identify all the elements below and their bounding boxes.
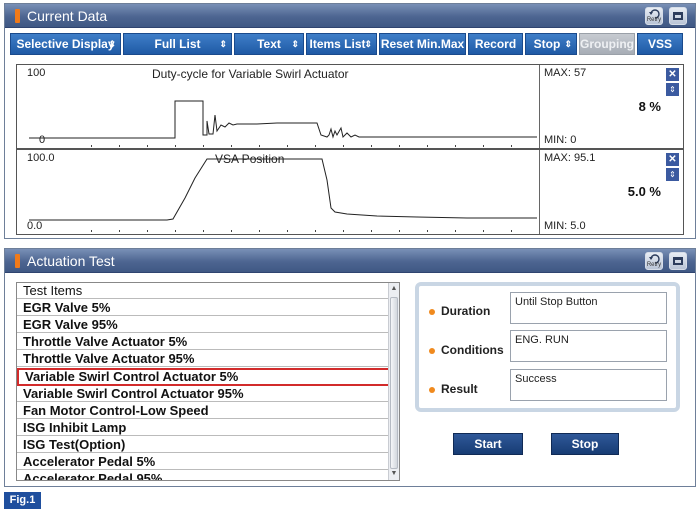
start-button[interactable]: Start — [453, 433, 523, 455]
stop-dropdown-label: Stop — [533, 37, 561, 51]
current-value: 8 % — [638, 99, 661, 114]
list-item-selected[interactable]: Variable Swirl Control Actuator 5% — [17, 368, 390, 386]
selective-display-label: Selective Display — [16, 37, 115, 51]
window-toggle-button[interactable] — [669, 7, 687, 25]
list-item[interactable]: Fan Motor Control-Low Speed — [17, 403, 390, 419]
list-item[interactable]: Throttle Valve Actuator 5% — [17, 334, 390, 350]
graph-duty-cycle: 100 0 Duty-cycle for Variable Swirl Actu… — [16, 64, 684, 149]
retry-label: Retry — [646, 17, 662, 23]
y-bottom-label: 0.0 — [27, 220, 43, 232]
list-item[interactable]: ISG Inhibit Lamp — [17, 420, 390, 436]
updown-icon: ⇕ — [108, 39, 116, 49]
figure-label: Fig.1 — [4, 492, 41, 509]
bullet-icon — [429, 347, 435, 354]
retry-button[interactable]: Retry — [645, 252, 663, 270]
result-label-text: Result — [441, 382, 478, 396]
close-icon: ✕ — [668, 69, 677, 80]
min-label: MIN: 5.0 — [544, 220, 586, 232]
updown-icon: ⇕ — [219, 39, 227, 49]
list-item[interactable]: Accelerator Pedal 95% — [17, 471, 390, 480]
updown-icon: ⇕ — [364, 39, 372, 49]
updown-icon: ⇕ — [564, 39, 572, 49]
stop-dropdown[interactable]: Stop ⇕ — [525, 33, 577, 55]
scale-graph-button[interactable]: ⇕ — [666, 168, 679, 181]
updown-arrows-icon: ⇕ — [669, 170, 676, 179]
scroll-up-icon[interactable]: ▲ — [389, 284, 399, 294]
duration-field: Until Stop Button — [510, 292, 667, 324]
list-item[interactable]: EGR Valve 95% — [17, 317, 390, 333]
title-marker-icon — [15, 9, 20, 23]
list-scrollbar[interactable]: ▲ ▼ — [388, 283, 399, 480]
vss-button[interactable]: VSS — [637, 33, 683, 55]
scroll-thumb[interactable] — [390, 297, 398, 469]
duration-label-text: Duration — [441, 304, 491, 318]
bullet-icon — [429, 308, 435, 315]
graph-plot-area: 100.0 0.0 VSA Position — [17, 150, 540, 234]
result-field: Success — [510, 369, 667, 401]
y-bottom-label: 0 — [39, 134, 46, 146]
list-item[interactable]: Accelerator Pedal 5% — [17, 454, 390, 470]
current-data-titlebar: Current Data Retry — [5, 4, 695, 28]
graph-vsa-position: 100.0 0.0 VSA Position MAX: 95.1 MIN: 5.… — [16, 149, 684, 235]
actuation-test-title: Actuation Test — [27, 253, 115, 269]
conditions-label-text: Conditions — [441, 343, 504, 357]
close-graph-button[interactable]: ✕ — [666, 153, 679, 166]
max-label: MAX: 95.1 — [544, 152, 596, 164]
window-icon — [673, 257, 683, 265]
bullet-icon — [429, 386, 435, 393]
current-data-title: Current Data — [27, 8, 108, 24]
window-toggle-button[interactable] — [669, 252, 687, 270]
items-list-label: Items List — [309, 37, 366, 51]
selective-display-dropdown[interactable]: Selective Display ⇕ — [10, 33, 121, 55]
full-list-dropdown[interactable]: Full List ⇕ — [123, 33, 232, 55]
y-top-label: 100.0 — [27, 152, 55, 164]
scale-graph-button[interactable]: ⇕ — [666, 83, 679, 96]
list-item[interactable]: EGR Valve 5% — [17, 300, 390, 316]
text-dropdown[interactable]: Text ⇕ — [234, 33, 304, 55]
full-list-label: Full List — [154, 37, 201, 51]
items-list-dropdown[interactable]: Items List ⇕ — [306, 33, 377, 55]
scroll-down-icon[interactable]: ▼ — [389, 469, 399, 479]
current-value: 5.0 % — [627, 184, 661, 199]
updown-icon: ⇕ — [291, 39, 299, 49]
updown-arrows-icon: ⇕ — [669, 85, 676, 94]
text-label: Text — [257, 37, 281, 51]
conditions-field: ENG. RUN — [510, 330, 667, 362]
duration-label: Duration — [429, 304, 490, 318]
y-top-label: 100 — [27, 67, 46, 79]
graph-title: Duty-cycle for Variable Swirl Actuator — [152, 67, 349, 81]
list-item[interactable]: Variable Swirl Control Actuator 95% — [17, 386, 390, 402]
list-item[interactable]: ISG Test(Option) — [17, 437, 390, 453]
list-item[interactable]: Throttle Valve Actuator 95% — [17, 351, 390, 367]
reset-min-max-button[interactable]: Reset Min.Max — [379, 33, 466, 55]
list-header: Test Items — [17, 283, 390, 299]
record-button[interactable]: Record — [468, 33, 523, 55]
test-items-list[interactable]: Test Items EGR Valve 5% EGR Valve 95% Th… — [16, 282, 400, 481]
window-icon — [673, 12, 683, 20]
actuation-test-titlebar: Actuation Test Retry — [5, 249, 695, 273]
graph-plot-area: 100 0 Duty-cycle for Variable Swirl Actu… — [17, 65, 540, 148]
max-label: MAX: 57 — [544, 67, 587, 79]
close-icon: ✕ — [668, 154, 677, 165]
graph-title: VSA Position — [215, 152, 285, 166]
grouping-button[interactable]: Grouping — [579, 33, 635, 55]
close-graph-button[interactable]: ✕ — [666, 68, 679, 81]
stop-button[interactable]: Stop — [551, 433, 619, 455]
conditions-label: Conditions — [429, 343, 504, 357]
retry-button[interactable]: Retry — [645, 7, 663, 25]
retry-label: Retry — [646, 262, 662, 268]
title-marker-icon — [15, 254, 20, 268]
test-info-panel: Duration Until Stop Button Conditions EN… — [415, 282, 680, 412]
result-label: Result — [429, 382, 478, 396]
min-label: MIN: 0 — [544, 134, 577, 146]
